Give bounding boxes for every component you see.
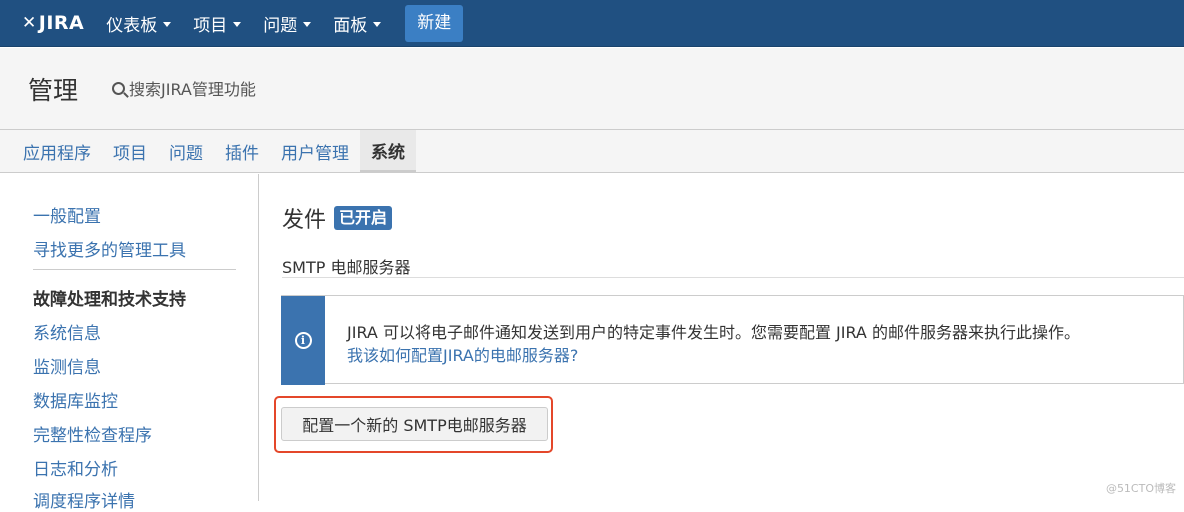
nav-dashboards-label: 仪表板 (106, 11, 157, 36)
page-title: 管理 (28, 71, 78, 107)
sidebar-item-scheduler-details[interactable]: 调度程序详情 (33, 487, 135, 512)
tab-issues[interactable]: 问题 (158, 130, 214, 172)
chevron-down-icon (373, 22, 381, 27)
nav-issues[interactable]: 问题 (263, 11, 311, 36)
info-message-text: JIRA 可以将电子邮件通知发送到用户的特定事件发生时。您需要配置 JIRA 的… (347, 319, 1080, 343)
jira-logo-text: JIRA (39, 12, 84, 34)
status-badge: 已开启 (334, 206, 392, 230)
sidebar-item-database-monitoring[interactable]: 数据库监控 (33, 387, 118, 412)
sidebar-section-heading: 故障处理和技术支持 (33, 285, 186, 310)
info-message-bar: i (281, 296, 325, 385)
outgoing-mail-title-text: 发件 (282, 202, 326, 234)
jira-logo[interactable]: ✕ JIRA (22, 12, 84, 34)
smtp-help-link[interactable]: 我该如何配置JIRA的电邮服务器? (347, 342, 578, 366)
sidebar-item-logging[interactable]: 日志和分析 (33, 455, 118, 480)
nav-boards-label: 面板 (333, 11, 367, 36)
smtp-server-heading: SMTP 电邮服务器 (282, 254, 410, 278)
nav-boards[interactable]: 面板 (333, 11, 381, 36)
sidebar-item-integrity-checker[interactable]: 完整性检查程序 (33, 421, 152, 446)
section-divider (282, 277, 1184, 278)
create-button[interactable]: 新建 (405, 5, 463, 42)
sidebar-item-system-info[interactable]: 系统信息 (33, 319, 101, 344)
configure-smtp-server-button[interactable]: 配置一个新的 SMTP电邮服务器 (281, 407, 548, 441)
tab-user-management[interactable]: 用户管理 (270, 130, 360, 172)
sidebar: 一般配置 寻找更多的管理工具 故障处理和技术支持 系统信息 监测信息 数据库监控… (0, 174, 259, 501)
tab-addons[interactable]: 插件 (214, 130, 270, 172)
tab-system[interactable]: 系统 (360, 130, 416, 172)
sidebar-item-find-more-admin-tools[interactable]: 寻找更多的管理工具 (33, 236, 186, 261)
admin-search[interactable]: 搜索JIRA管理功能 (112, 76, 256, 100)
chevron-down-icon (303, 22, 311, 27)
info-message: i JIRA 可以将电子邮件通知发送到用户的特定事件发生时。您需要配置 JIRA… (281, 295, 1184, 384)
tab-applications[interactable]: 应用程序 (12, 130, 102, 172)
chevron-down-icon (233, 22, 241, 27)
sidebar-item-general-config[interactable]: 一般配置 (33, 202, 101, 227)
main-content: 发件 已开启 SMTP 电邮服务器 i JIRA 可以将电子邮件通知发送到用户的… (260, 174, 1184, 501)
nav-projects-label: 项目 (193, 11, 227, 36)
watermark: @51CTO博客 (1106, 480, 1176, 496)
sidebar-item-monitoring[interactable]: 监测信息 (33, 353, 101, 378)
nav-issues-label: 问题 (263, 11, 297, 36)
nav-projects[interactable]: 项目 (193, 11, 241, 36)
sidebar-divider (33, 269, 236, 270)
nav-dashboards[interactable]: 仪表板 (106, 11, 171, 36)
admin-header: 管理 搜索JIRA管理功能 (0, 48, 1184, 130)
top-navigation-bar: ✕ JIRA 仪表板 项目 问题 面板 新建 (0, 0, 1184, 47)
outgoing-mail-title: 发件 已开启 (282, 202, 392, 234)
info-icon: i (295, 332, 312, 349)
chevron-down-icon (163, 22, 171, 27)
jira-logo-icon: ✕ (22, 13, 37, 33)
tab-projects[interactable]: 项目 (102, 130, 158, 172)
admin-search-label: 搜索JIRA管理功能 (129, 76, 256, 100)
admin-tabs: 应用程序 项目 问题 插件 用户管理 系统 (0, 130, 1184, 173)
search-icon (112, 82, 125, 95)
